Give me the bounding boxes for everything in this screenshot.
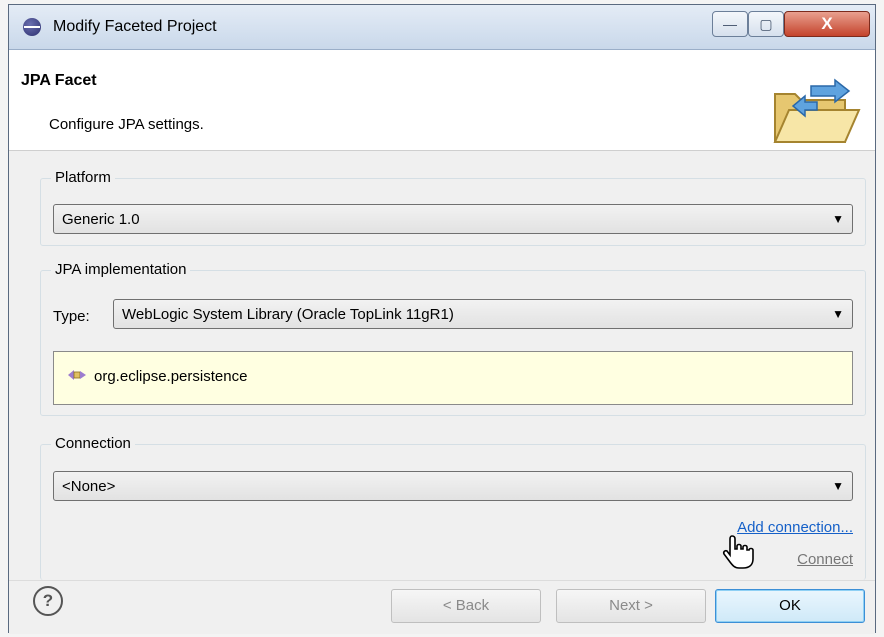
chevron-down-icon: ▼ bbox=[832, 479, 844, 493]
dialog-window: Modify Faceted Project — ▢ X JPA Facet C… bbox=[8, 4, 876, 634]
ok-button[interactable]: OK bbox=[715, 589, 865, 623]
jar-library-icon bbox=[68, 370, 86, 380]
page-title: JPA Facet bbox=[21, 72, 97, 89]
platform-value: Generic 1.0 bbox=[62, 211, 140, 228]
title-bar[interactable]: Modify Faceted Project — ▢ X bbox=[9, 5, 875, 50]
chevron-down-icon: ▼ bbox=[832, 307, 844, 321]
jpa-implementation-group: JPA implementation Type: WebLogic System… bbox=[40, 261, 866, 416]
next-button[interactable]: Next > bbox=[556, 589, 706, 623]
maximize-button[interactable]: ▢ bbox=[748, 11, 784, 37]
eclipse-icon bbox=[23, 18, 41, 36]
chevron-down-icon: ▼ bbox=[832, 212, 844, 226]
close-button[interactable]: X bbox=[784, 11, 870, 37]
minimize-button[interactable]: — bbox=[712, 11, 748, 37]
connection-label: Connection bbox=[51, 435, 135, 452]
connection-select[interactable]: <None> ▼ bbox=[53, 471, 853, 501]
wizard-footer: ? < Back Next > OK bbox=[9, 580, 875, 634]
type-value: WebLogic System Library (Oracle TopLink … bbox=[122, 306, 454, 323]
wizard-content: Platform Generic 1.0 ▼ JPA implementatio… bbox=[9, 151, 875, 580]
page-description: Configure JPA settings. bbox=[49, 116, 204, 133]
platform-group: Platform Generic 1.0 ▼ bbox=[40, 169, 866, 246]
connection-group: Connection <None> ▼ Add connection... Co… bbox=[40, 435, 866, 580]
library-item: org.eclipse.persistence bbox=[94, 368, 248, 385]
library-list[interactable]: org.eclipse.persistence bbox=[53, 351, 853, 405]
back-button[interactable]: < Back bbox=[391, 589, 541, 623]
connection-value: <None> bbox=[62, 478, 116, 495]
type-label: Type: bbox=[53, 308, 90, 325]
window-title: Modify Faceted Project bbox=[53, 18, 217, 35]
connect-link[interactable]: Connect bbox=[797, 551, 853, 568]
jpa-implementation-label: JPA implementation bbox=[51, 261, 191, 278]
wizard-header: JPA Facet Configure JPA settings. bbox=[9, 50, 875, 151]
type-select[interactable]: WebLogic System Library (Oracle TopLink … bbox=[113, 299, 853, 329]
open-folder-icon bbox=[773, 78, 861, 143]
hand-cursor-icon bbox=[722, 535, 754, 569]
platform-select[interactable]: Generic 1.0 ▼ bbox=[53, 204, 853, 234]
help-icon[interactable]: ? bbox=[33, 586, 63, 616]
platform-label: Platform bbox=[51, 169, 115, 186]
